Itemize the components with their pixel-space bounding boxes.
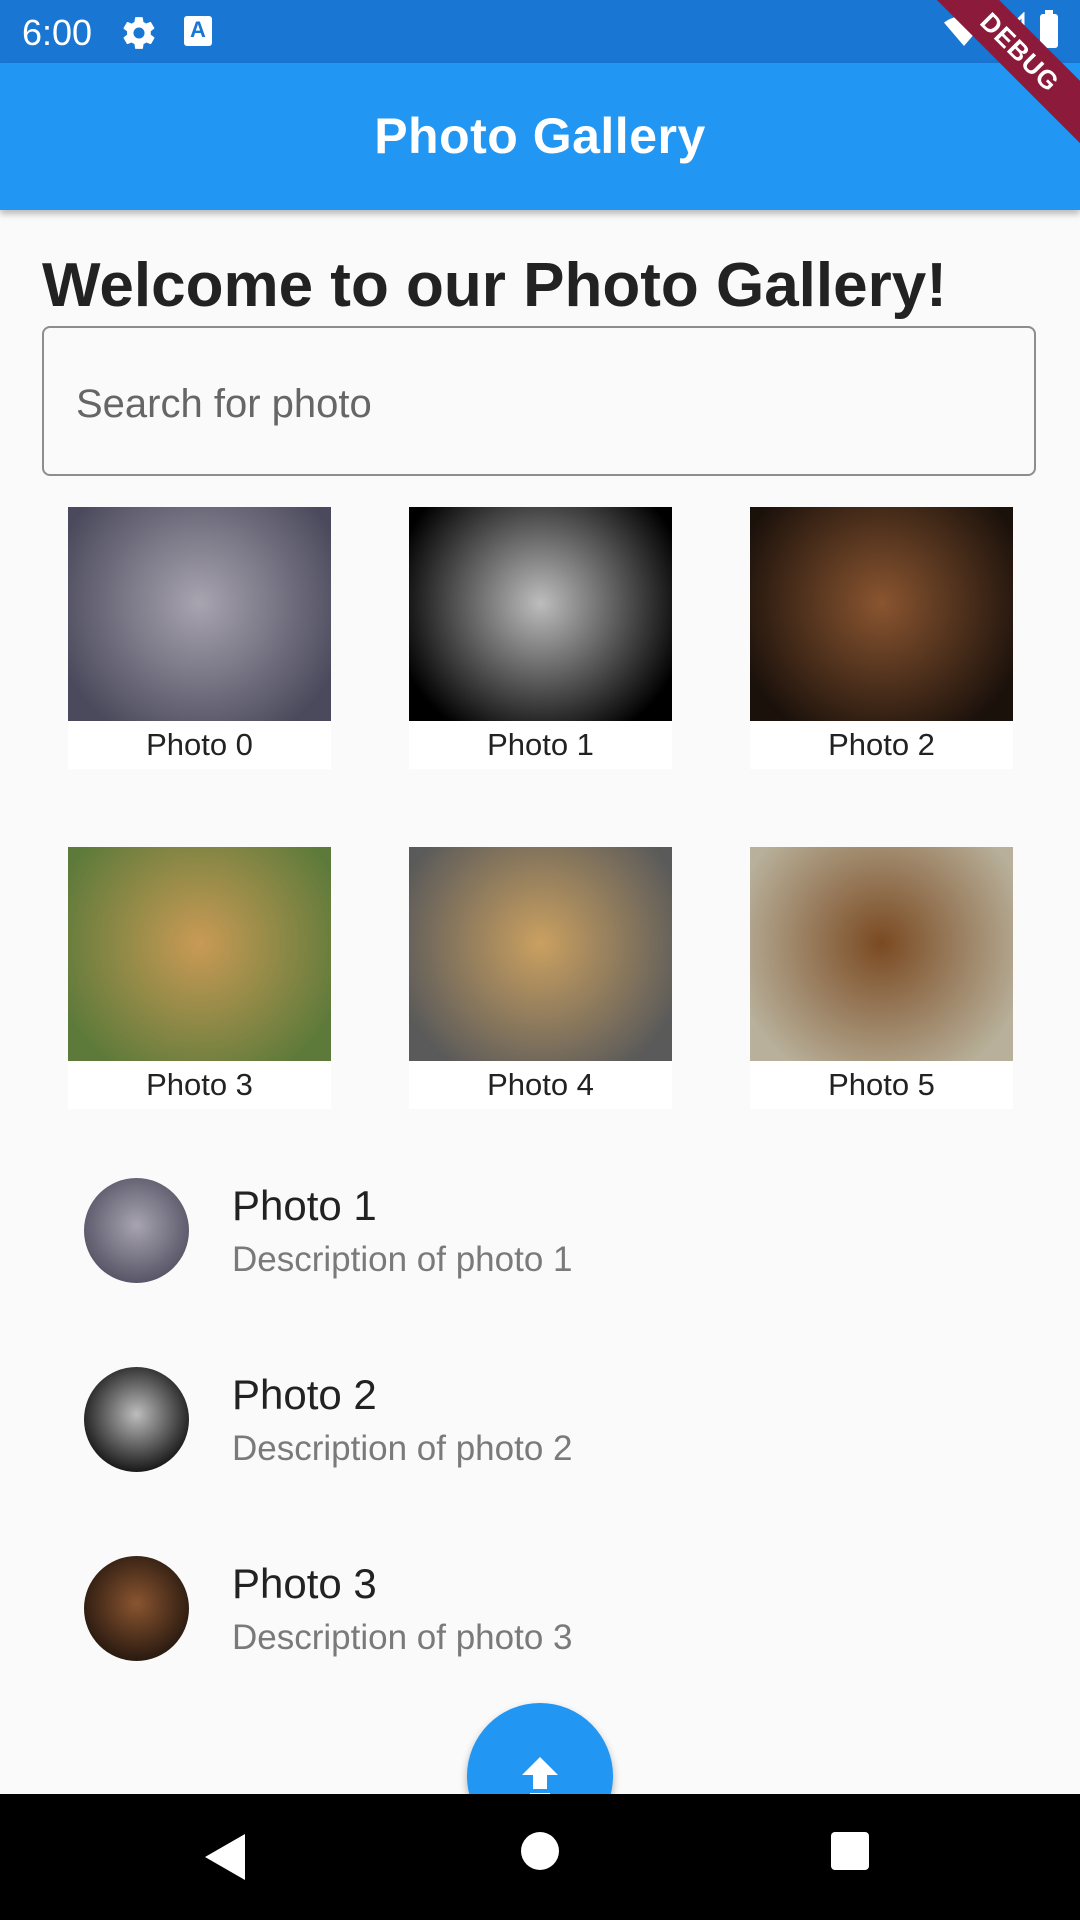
grid-card-photo-2[interactable]: Photo 2 bbox=[750, 507, 1013, 769]
grid-card-label: Photo 2 bbox=[828, 727, 935, 762]
list-item-title: Photo 2 bbox=[232, 1371, 377, 1418]
page-title: Welcome to our Photo Gallery! bbox=[42, 251, 947, 320]
photo-thumbnail bbox=[750, 507, 1013, 721]
list-item-title: Photo 3 bbox=[232, 1560, 377, 1607]
photo-thumbnail bbox=[68, 847, 331, 1061]
grid-card-label: Photo 3 bbox=[146, 1067, 253, 1102]
search-field[interactable] bbox=[42, 326, 1036, 476]
list-item-photo-2[interactable]: Photo 2 Description of photo 2 bbox=[0, 1339, 1080, 1519]
grid-card-photo-0[interactable]: Photo 0 bbox=[68, 507, 331, 769]
recent-apps-icon[interactable] bbox=[831, 1832, 869, 1870]
cell-signal-icon bbox=[990, 12, 1025, 47]
grid-card-label: Photo 0 bbox=[146, 727, 253, 762]
photo-thumbnail bbox=[68, 507, 331, 721]
grid-card-label: Photo 4 bbox=[487, 1067, 594, 1102]
grid-card-photo-3[interactable]: Photo 3 bbox=[68, 847, 331, 1109]
app-bar: Photo Gallery bbox=[0, 63, 1080, 210]
battery-icon bbox=[1040, 10, 1058, 48]
grid-card-label: Photo 5 bbox=[828, 1067, 935, 1102]
grid-card-photo-1[interactable]: Photo 1 bbox=[409, 507, 672, 769]
app-title: Photo Gallery bbox=[374, 108, 706, 164]
search-input[interactable] bbox=[74, 368, 978, 440]
photo-thumbnail bbox=[750, 847, 1013, 1061]
grid-card-label: Photo 1 bbox=[487, 727, 594, 762]
status-bar: 6:00 A bbox=[0, 0, 1080, 63]
home-icon[interactable] bbox=[521, 1832, 559, 1870]
list-item-title: Photo 1 bbox=[232, 1182, 377, 1229]
back-icon[interactable] bbox=[205, 1834, 245, 1880]
photo-thumbnail bbox=[409, 847, 672, 1061]
list-item-subtitle: Description of photo 2 bbox=[232, 1429, 573, 1468]
list-item-subtitle: Description of photo 1 bbox=[232, 1240, 573, 1279]
list-item-photo-1[interactable]: Photo 1 Description of photo 1 bbox=[0, 1150, 1080, 1330]
status-time: 6:00 bbox=[22, 12, 93, 53]
upload-arrow-icon bbox=[522, 1757, 558, 1797]
system-nav-bar bbox=[0, 1794, 1080, 1920]
avatar bbox=[84, 1178, 189, 1283]
wifi-icon bbox=[944, 16, 984, 46]
grid-card-photo-4[interactable]: Photo 4 bbox=[409, 847, 672, 1109]
avatar bbox=[84, 1556, 189, 1661]
avatar bbox=[84, 1367, 189, 1472]
list-item-subtitle: Description of photo 3 bbox=[232, 1618, 573, 1657]
list-item-photo-3[interactable]: Photo 3 Description of photo 3 bbox=[0, 1528, 1080, 1708]
settings-gear-icon bbox=[123, 17, 155, 49]
photo-thumbnail bbox=[409, 507, 672, 721]
accessibility-a-icon: A bbox=[184, 16, 212, 46]
grid-card-photo-5[interactable]: Photo 5 bbox=[750, 847, 1013, 1109]
